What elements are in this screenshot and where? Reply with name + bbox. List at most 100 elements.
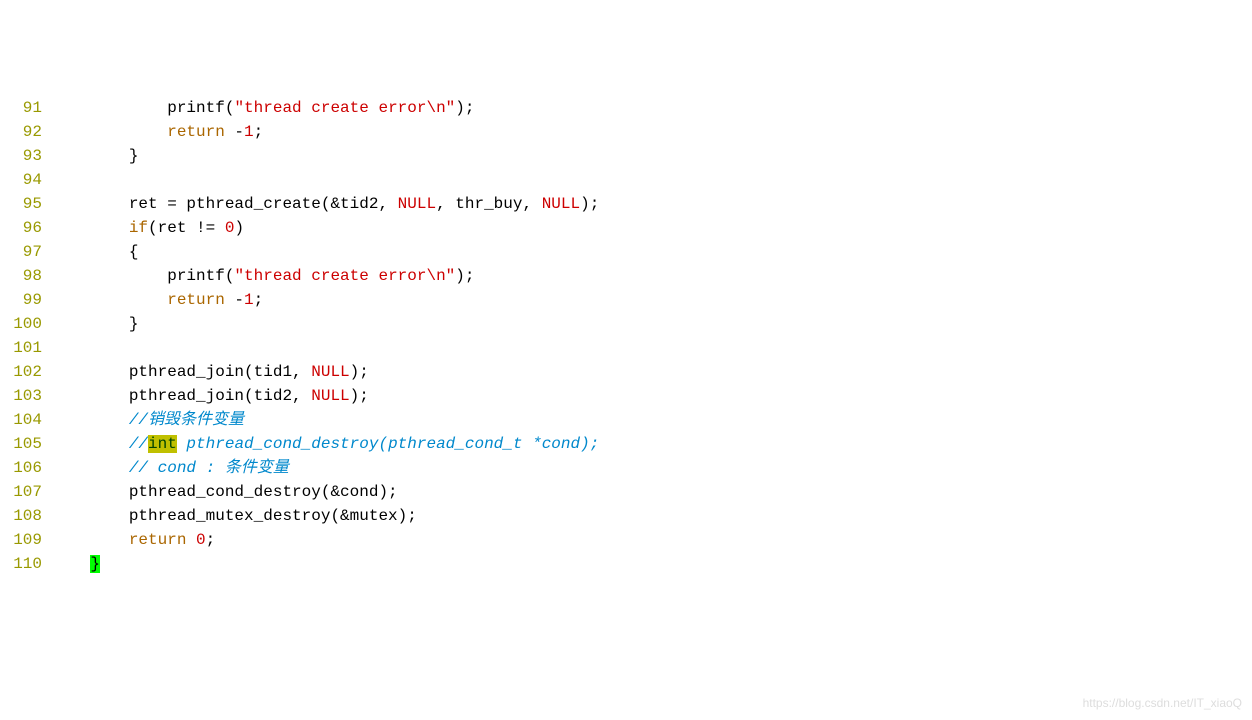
token: printf(	[52, 267, 234, 285]
token: );	[350, 387, 369, 405]
code-line[interactable]: 97 {	[0, 240, 599, 264]
token: )	[234, 219, 244, 237]
code-content[interactable]: }	[50, 312, 138, 336]
code-line[interactable]: 108 pthread_mutex_destroy(&mutex);	[0, 504, 599, 528]
code-line[interactable]: 103 pthread_join(tid2, NULL);	[0, 384, 599, 408]
token: pthread_mutex_destroy(&mutex);	[52, 507, 417, 525]
token: NULL	[311, 363, 349, 381]
code-content[interactable]: if(ret != 0)	[50, 216, 244, 240]
code-line[interactable]: 102 pthread_join(tid1, NULL);	[0, 360, 599, 384]
token: ;	[206, 531, 216, 549]
code-line[interactable]: 98 printf("thread create error\n");	[0, 264, 599, 288]
token: );	[455, 267, 474, 285]
token: pthread_join(tid1,	[52, 363, 311, 381]
code-content[interactable]: //int pthread_cond_destroy(pthread_cond_…	[50, 432, 599, 456]
token: 0	[225, 219, 235, 237]
token: //	[129, 435, 148, 453]
token: NULL	[311, 387, 349, 405]
code-content[interactable]: {	[50, 240, 138, 264]
code-line[interactable]: 106 // cond : 条件变量	[0, 456, 599, 480]
token: , thr_buy,	[436, 195, 542, 213]
line-number: 106	[0, 456, 50, 480]
code-line[interactable]: 95 ret = pthread_create(&tid2, NULL, thr…	[0, 192, 599, 216]
token: ;	[254, 123, 264, 141]
token: \n	[426, 267, 445, 285]
code-line[interactable]: 93 }	[0, 144, 599, 168]
token: NULL	[542, 195, 580, 213]
code-content[interactable]: return -1;	[50, 288, 263, 312]
token: //销毁条件变量	[129, 411, 244, 429]
code-line[interactable]: 99 return -1;	[0, 288, 599, 312]
code-content[interactable]: return -1;	[50, 120, 263, 144]
token: return	[167, 291, 225, 309]
token: return	[167, 123, 225, 141]
line-number: 110	[0, 552, 50, 576]
token	[52, 411, 129, 429]
line-number: 102	[0, 360, 50, 384]
token	[52, 459, 129, 477]
code-line[interactable]: 110 }	[0, 552, 599, 576]
code-line[interactable]: 105 //int pthread_cond_destroy(pthread_c…	[0, 432, 599, 456]
token: }	[90, 555, 100, 573]
token: 1	[244, 123, 254, 141]
code-editor[interactable]: 91 printf("thread create error\n");92 re…	[0, 96, 1252, 576]
token	[186, 531, 196, 549]
line-number: 98	[0, 264, 50, 288]
code-line[interactable]: 101	[0, 336, 599, 360]
line-number: 96	[0, 216, 50, 240]
code-content[interactable]: ret = pthread_create(&tid2, NULL, thr_bu…	[50, 192, 599, 216]
token: "	[446, 267, 456, 285]
token: -	[225, 291, 244, 309]
code-line[interactable]: 107 pthread_cond_destroy(&cond);	[0, 480, 599, 504]
token: }	[52, 147, 138, 165]
token: return	[129, 531, 187, 549]
token: );	[455, 99, 474, 117]
token: "	[446, 99, 456, 117]
token: if	[129, 219, 148, 237]
code-line[interactable]: 109 return 0;	[0, 528, 599, 552]
token	[52, 291, 167, 309]
line-number: 101	[0, 336, 50, 360]
line-number: 94	[0, 168, 50, 192]
code-content[interactable]: pthread_cond_destroy(&cond);	[50, 480, 398, 504]
code-line[interactable]: 92 return -1;	[0, 120, 599, 144]
code-content[interactable]: printf("thread create error\n");	[50, 264, 474, 288]
token	[52, 219, 129, 237]
token: );	[350, 363, 369, 381]
token: "thread create error	[234, 99, 426, 117]
line-number: 93	[0, 144, 50, 168]
token: pthread_cond_destroy(&cond);	[52, 483, 398, 501]
line-number: 95	[0, 192, 50, 216]
line-number: 109	[0, 528, 50, 552]
token: 0	[196, 531, 206, 549]
line-number: 107	[0, 480, 50, 504]
code-line[interactable]: 104 //销毁条件变量	[0, 408, 599, 432]
code-content[interactable]: // cond : 条件变量	[50, 456, 289, 480]
line-number: 103	[0, 384, 50, 408]
line-number: 91	[0, 96, 50, 120]
code-line[interactable]: 96 if(ret != 0)	[0, 216, 599, 240]
token: }	[52, 315, 138, 333]
code-content[interactable]: pthread_join(tid2, NULL);	[50, 384, 369, 408]
code-content[interactable]: printf("thread create error\n");	[50, 96, 474, 120]
token: int	[148, 435, 177, 453]
code-content[interactable]: pthread_mutex_destroy(&mutex);	[50, 504, 417, 528]
token: -	[225, 123, 244, 141]
line-number: 92	[0, 120, 50, 144]
code-line[interactable]: 100 }	[0, 312, 599, 336]
token: pthread_join(tid2,	[52, 387, 311, 405]
token: printf(	[52, 99, 234, 117]
code-line[interactable]: 91 printf("thread create error\n");	[0, 96, 599, 120]
code-content[interactable]: return 0;	[50, 528, 215, 552]
code-content[interactable]: //销毁条件变量	[50, 408, 244, 432]
line-number: 104	[0, 408, 50, 432]
code-content[interactable]: }	[50, 552, 100, 576]
code-content[interactable]: pthread_join(tid1, NULL);	[50, 360, 369, 384]
token: {	[52, 243, 138, 261]
token	[52, 555, 90, 573]
line-number: 99	[0, 288, 50, 312]
token: ;	[254, 291, 264, 309]
watermark-text: https://blog.csdn.net/IT_xiaoQ	[1083, 694, 1242, 712]
code-content[interactable]: }	[50, 144, 138, 168]
code-line[interactable]: 94	[0, 168, 599, 192]
